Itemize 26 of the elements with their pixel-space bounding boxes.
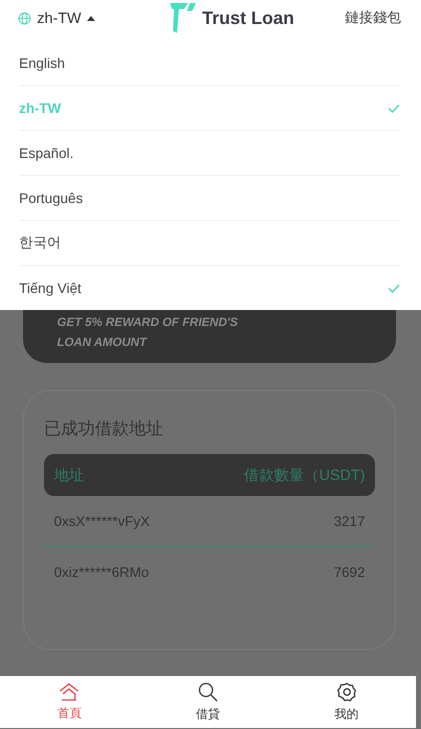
home-icon bbox=[59, 682, 80, 700]
settings-icon bbox=[336, 682, 357, 702]
amount-cell: 3217 bbox=[334, 513, 365, 529]
tab-button[interactable]: 首頁 bbox=[0, 676, 139, 728]
card-title: 已成功借款地址 bbox=[44, 418, 164, 440]
column-header: 地址 bbox=[54, 466, 84, 484]
language-option[interactable]: 한국어 bbox=[19, 221, 400, 266]
language-option[interactable]: Português bbox=[19, 176, 400, 221]
language-option[interactable]: English bbox=[19, 41, 400, 86]
banner-text: GET 5% REWARD OF FRIEND'S bbox=[57, 314, 239, 331]
language-option[interactable]: Español. bbox=[19, 131, 400, 176]
globe-icon bbox=[18, 12, 31, 24]
language-option[interactable]: Tiếng Việt bbox=[19, 266, 400, 310]
banner-text: LOAN AMOUNT bbox=[57, 334, 148, 351]
logo-icon bbox=[170, 3, 196, 33]
logo-text: Trust Loan bbox=[202, 8, 294, 28]
tab-button[interactable]: 借貸 bbox=[138, 676, 278, 728]
connect-wallet-button[interactable]: 鏈接錢包 bbox=[345, 9, 401, 27]
column-header: 借款數量（USDT) bbox=[244, 466, 365, 484]
amount-cell: 7692 bbox=[334, 564, 365, 580]
language-selector[interactable]: zh-TW bbox=[37, 10, 82, 26]
caret-icon bbox=[87, 16, 96, 20]
search-icon bbox=[198, 682, 218, 702]
address-cell: 0xsX******vFyX bbox=[54, 513, 150, 529]
address-cell: 0xiz******6RMo bbox=[54, 564, 149, 580]
tab-button[interactable]: 我的 bbox=[277, 676, 416, 728]
